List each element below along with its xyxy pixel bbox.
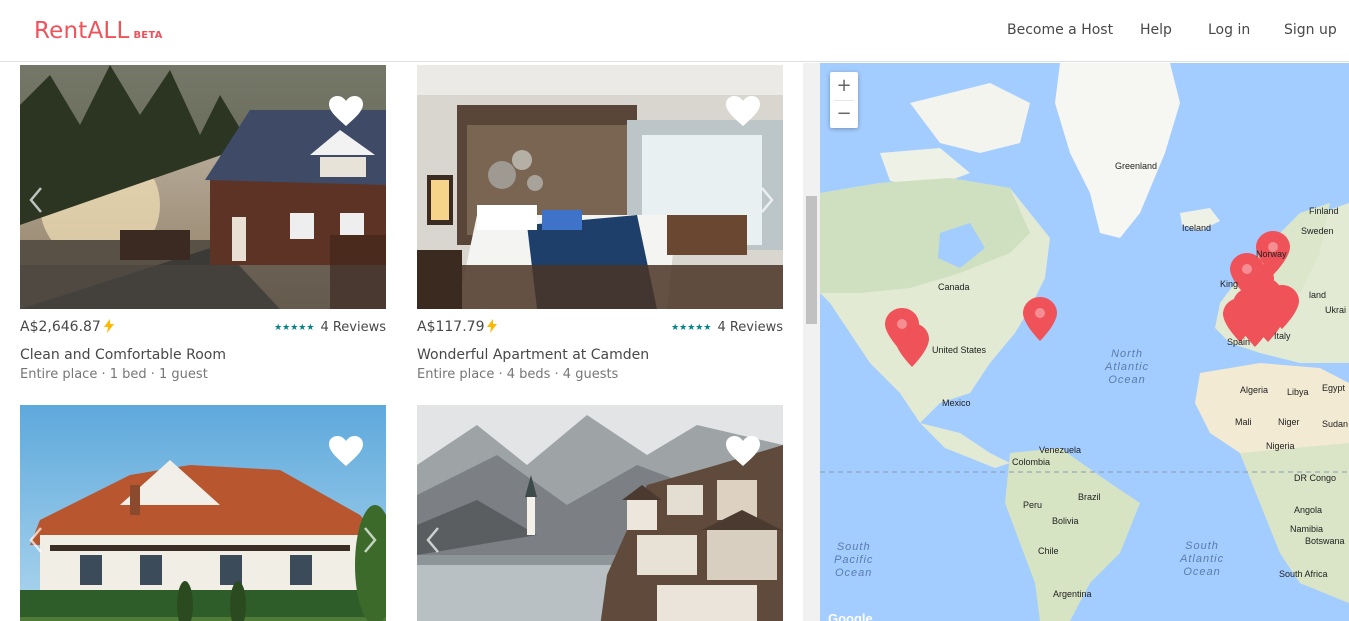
listing-title[interactable]: Clean and Comfortable Room [20,347,386,363]
map-label-peru: Peru [1023,500,1043,510]
nav-sign-up[interactable]: Sign up [1284,22,1337,38]
map-label-bolivia: Bolivia [1052,516,1079,526]
nav-help[interactable]: Help [1140,22,1172,38]
listing-card[interactable] [20,405,386,621]
map-label-canada: Canada [938,282,970,292]
nav-become-host[interactable]: Become a Host [1007,22,1113,38]
world-map [820,63,1349,621]
scrollbar-thumb[interactable] [806,196,817,324]
listing-title[interactable]: Wonderful Apartment at Camden [417,347,783,363]
map-label-ukraine: Ukrai [1325,305,1347,315]
rating: ★★★★★ 4 Reviews [274,320,386,335]
heart-icon[interactable] [328,95,364,127]
logo[interactable]: RentALL BETA [34,18,163,44]
zoom-in-button[interactable]: + [830,72,858,100]
map-label-north-atlantic: North Atlantic Ocean [1105,348,1150,386]
logo-text: RentALL [34,18,130,44]
chevron-left-icon[interactable] [423,525,443,555]
zoom-separator [834,100,854,101]
listing-details: Entire place · 1 bed · 1 guest [20,367,208,382]
price-row: A$117.79 ★★★★★ 4 Reviews [417,317,783,345]
map-label-egypt: Egypt [1322,383,1346,393]
top-header: RentALL BETA Become a Host Help Log in Si… [0,0,1349,62]
map-label-south-pacific: South Pacific Ocean [834,541,874,579]
heart-icon[interactable] [725,95,761,127]
zoom-out-button[interactable]: − [830,100,858,128]
star-rating-icon: ★★★★★ [671,323,712,333]
listing-photo[interactable] [20,65,386,309]
map-label-south-africa: South Africa [1279,569,1328,579]
price: A$117.79 [417,319,498,335]
map-label-greenland: Greenland [1115,161,1158,171]
nav-log-in[interactable]: Log in [1208,22,1250,38]
map-label-italy: Italy [1274,331,1291,341]
map-label-mexico: Mexico [942,398,971,408]
chevron-right-icon[interactable] [360,525,380,555]
map-label-iceland: Iceland [1182,223,1212,233]
price-row: A$2,646.87 ★★★★★ 4 Reviews [20,317,386,345]
google-logo[interactable]: Google [828,611,873,621]
listing-card[interactable]: A$2,646.87 ★★★★★ 4 Reviews Clean and Comf… [20,65,386,382]
map-label-colombia: Colombia [1012,457,1051,467]
map-label-angola: Angola [1294,505,1323,515]
rating: ★★★★★ 4 Reviews [671,320,783,335]
listing-photo[interactable] [20,405,386,621]
map-label-norway: Norway [1256,249,1287,259]
map-label-brazil: Brazil [1078,492,1101,502]
map-label-spain: Spain [1227,337,1251,347]
map-label-chile: Chile [1038,546,1059,556]
map-label-south-atlantic: South Atlantic Ocean [1180,540,1225,578]
map-label-nigeria: Nigeria [1266,441,1295,451]
map-label-mali: Mali [1235,417,1252,427]
review-count: 4 Reviews [717,320,783,335]
map-label-venezuela: Venezuela [1039,445,1082,455]
map-label-dr-congo: DR Congo [1294,473,1337,483]
heart-icon[interactable] [328,435,364,467]
listing-results: A$2,646.87 ★★★★★ 4 Reviews Clean and Comf… [0,63,803,621]
map-zoom-control: + − [830,72,858,128]
listing-photo[interactable] [417,65,783,309]
map-label-sweden: Sweden [1301,226,1334,236]
map-label-united-states: United States [932,345,987,355]
map-label-finland: Finland [1309,206,1339,216]
listing-photo[interactable] [417,405,783,621]
map-label-argentina: Argentina [1053,589,1092,599]
instant-book-icon [487,319,498,333]
map-label-botswana: Botswana [1305,536,1345,546]
map-label-poland: land [1309,290,1327,300]
search-map[interactable]: + − Greenland Iceland Finland Sweden Nor… [820,63,1349,621]
instant-book-icon [103,319,114,333]
map-label-libya: Libya [1287,387,1309,397]
map-label-algeria: Algeria [1240,385,1269,395]
price: A$2,646.87 [20,319,114,335]
beta-badge: BETA [133,30,163,41]
listing-scrollbar[interactable] [803,63,820,621]
review-count: 4 Reviews [320,320,386,335]
map-label-kingdom: King [1220,279,1239,289]
chevron-right-icon[interactable] [757,185,777,215]
star-rating-icon: ★★★★★ [274,323,315,333]
map-label-namibia: Namibia [1290,524,1324,534]
map-label-sudan: Sudan [1322,419,1349,429]
chevron-left-icon[interactable] [26,185,46,215]
map-label-niger: Niger [1278,417,1300,427]
chevron-left-icon[interactable] [26,525,46,555]
listing-card[interactable]: A$117.79 ★★★★★ 4 Reviews Wonderful Apartm… [417,65,783,382]
heart-icon[interactable] [725,435,761,467]
listing-details: Entire place · 4 beds · 4 guests [417,367,619,382]
listing-card[interactable] [417,405,783,621]
